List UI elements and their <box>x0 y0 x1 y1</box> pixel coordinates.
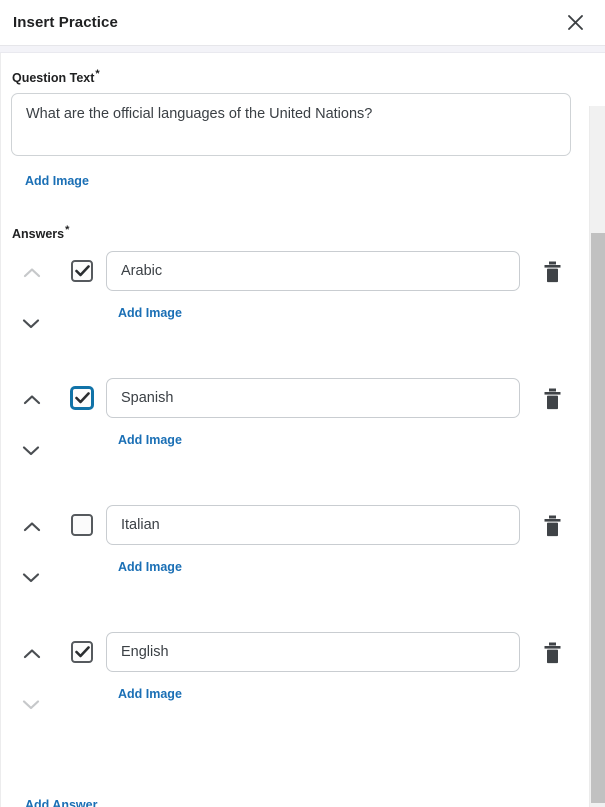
answer-move-down-button[interactable] <box>20 440 42 462</box>
answer-move-up-button[interactable] <box>20 389 44 411</box>
question-add-image-link[interactable]: Add Image <box>25 175 89 188</box>
answer-correct-checkbox[interactable] <box>71 387 95 411</box>
answer-list: Arabic Add Image Spanish Add Image Italian Ad… <box>1 251 605 752</box>
answer-row: Italian Add Image <box>1 505 605 632</box>
answer-correct-checkbox[interactable] <box>71 641 95 665</box>
answers-label: Answers* <box>12 223 605 241</box>
answer-add-image-link[interactable]: Add Image <box>118 688 182 701</box>
answer-text-input[interactable]: Spanish <box>106 378 520 419</box>
answer-move-down-button <box>20 694 42 716</box>
answers-label-text: Answers <box>12 226 65 241</box>
header-divider <box>0 46 605 53</box>
answers-required-marker: * <box>65 223 70 236</box>
answer-add-image-link[interactable]: Add Image <box>118 307 182 320</box>
answer-move-up-button[interactable] <box>20 643 44 665</box>
answer-move-up-button[interactable] <box>20 516 44 538</box>
delete-answer-button[interactable] <box>540 259 564 285</box>
answer-row: Spanish Add Image <box>1 378 605 505</box>
answer-text-input[interactable]: English <box>106 632 520 673</box>
answer-move-down-button[interactable] <box>20 567 42 589</box>
dialog-body: Question Text* What are the official lan… <box>0 53 605 807</box>
answer-move-down-button[interactable] <box>20 313 42 335</box>
answer-row: Arabic Add Image <box>1 251 605 378</box>
vertical-scrollbar[interactable] <box>589 106 605 807</box>
answer-correct-checkbox[interactable] <box>71 514 95 538</box>
close-icon[interactable] <box>561 9 589 37</box>
answer-text-input[interactable]: Arabic <box>106 251 520 292</box>
scrollbar-thumb[interactable] <box>591 233 605 803</box>
delete-answer-button[interactable] <box>540 640 564 666</box>
answer-row: English Add Image <box>1 632 605 752</box>
question-required-marker: * <box>95 68 100 80</box>
add-answer-link[interactable]: Add Answer <box>25 799 97 807</box>
question-text-label: Question Text* <box>12 69 605 85</box>
insert-practice-dialog: Insert Practice Question Text* What are … <box>0 0 605 807</box>
question-text-label-text: Question Text <box>12 71 95 86</box>
answer-move-up-button <box>20 262 44 284</box>
delete-answer-button[interactable] <box>540 386 564 412</box>
answer-add-image-link[interactable]: Add Image <box>118 434 182 447</box>
delete-answer-button[interactable] <box>540 513 564 539</box>
dialog-title: Insert Practice <box>13 14 118 31</box>
dialog-header: Insert Practice <box>0 0 605 46</box>
answer-add-image-link[interactable]: Add Image <box>118 561 182 574</box>
answer-text-input[interactable]: Italian <box>106 505 520 546</box>
question-text-input[interactable]: What are the official languages of the U… <box>11 92 571 156</box>
answer-correct-checkbox[interactable] <box>71 260 95 284</box>
